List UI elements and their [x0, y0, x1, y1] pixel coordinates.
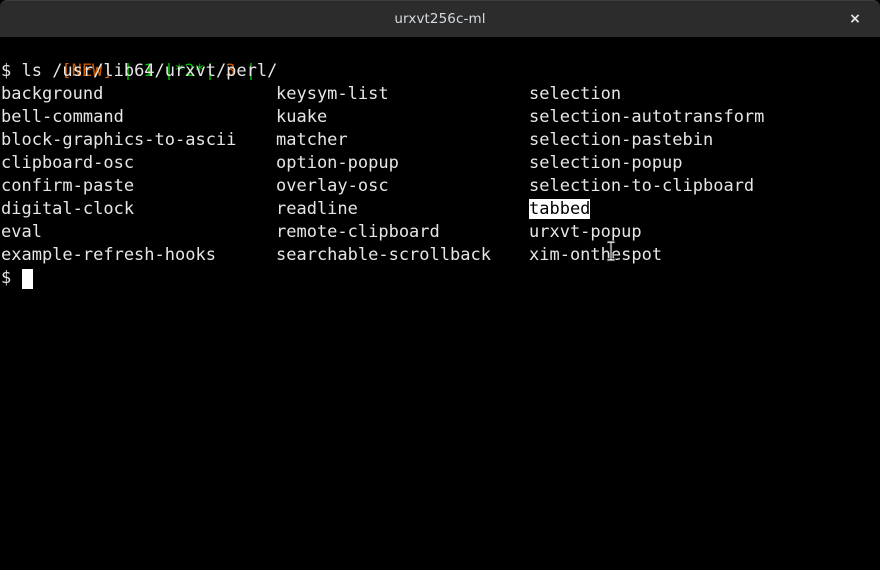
tabbed-tabbar[interactable]: [NEW] | 1 |*2*| 3 | — [0, 37, 256, 60]
terminal-cursor — [22, 269, 33, 289]
list-item[interactable]: selection-pastebin — [529, 129, 713, 152]
command-text: ls /usr/lib64/urxvt/perl/ — [21, 61, 277, 81]
list-item[interactable]: background — [1, 83, 103, 106]
list-item[interactable]: confirm-paste — [1, 175, 134, 198]
terminal-window: urxvt256c-ml × [NEW] | 1 |*2*| 3 | $ ls … — [0, 0, 880, 570]
list-item[interactable]: option-popup — [276, 152, 399, 175]
close-icon[interactable]: × — [836, 1, 874, 38]
titlebar[interactable]: urxvt256c-ml × — [0, 0, 880, 37]
terminal-screen[interactable]: [NEW] | 1 |*2*| 3 | $ ls /usr/lib64/urxv… — [0, 37, 880, 570]
list-item[interactable]: keysym-list — [276, 83, 389, 106]
list-item-selected[interactable]: tabbed — [529, 198, 590, 221]
list-item[interactable]: selection-popup — [529, 152, 683, 175]
list-item[interactable]: selection-to-clipboard — [529, 175, 754, 198]
list-item[interactable]: selection-autotransform — [529, 106, 764, 129]
final-prompt: $ — [1, 267, 21, 290]
list-item[interactable]: example-refresh-hooks — [1, 244, 216, 267]
shell-prompt: $ — [1, 61, 21, 81]
list-item[interactable]: xim-onthespot — [529, 244, 662, 267]
list-item[interactable]: digital-clock — [1, 198, 134, 221]
selected-text[interactable]: tabbed — [529, 199, 590, 219]
list-item[interactable]: overlay-osc — [276, 175, 389, 198]
list-item[interactable]: selection — [529, 83, 621, 106]
list-item[interactable]: searchable-scrollback — [276, 244, 491, 267]
list-item[interactable]: matcher — [276, 129, 348, 152]
list-item[interactable]: clipboard-osc — [1, 152, 134, 175]
list-item[interactable]: kuake — [276, 106, 327, 129]
list-item[interactable]: block-graphics-to-ascii — [1, 129, 236, 152]
list-item[interactable]: remote-clipboard — [276, 221, 440, 244]
list-item[interactable]: bell-command — [1, 106, 124, 129]
list-item[interactable]: readline — [276, 198, 358, 221]
list-item[interactable]: eval — [1, 221, 42, 244]
window-title: urxvt256c-ml — [0, 1, 880, 38]
list-item[interactable]: urxvt-popup — [529, 221, 642, 244]
command-line: $ ls /usr/lib64/urxvt/perl/ — [1, 60, 277, 83]
